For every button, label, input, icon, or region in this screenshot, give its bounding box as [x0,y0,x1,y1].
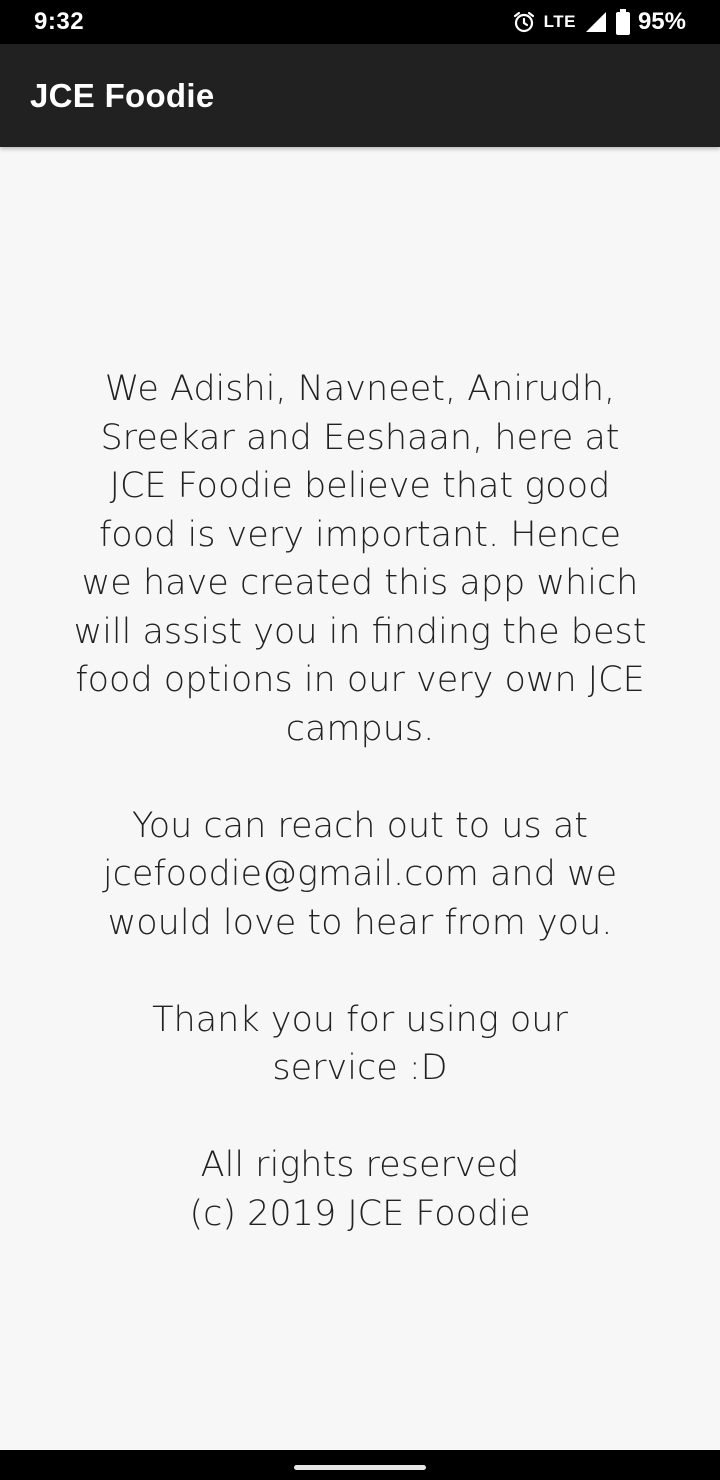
text-line: We Adishi, Navneet, Anirudh, [104,369,616,409]
app-bar: JCE Foodie [0,44,720,147]
network-type-label: LTE [543,12,576,31]
text-line: Thank you for using our [152,999,568,1040]
status-time: 9:32 [34,8,85,35]
text-line: service :D [272,1048,448,1088]
status-bar: 9:32 LTE 95% [0,0,720,44]
text-line: food options in our very own JCE [75,660,645,700]
text-line: jcefoodie@gmail.com and we [102,854,618,894]
text-line: would love to hear from you. [107,902,613,943]
text-line: (c) 2019 JCE Foodie [189,1193,531,1234]
home-gesture-handle[interactable] [294,1465,426,1470]
about-text: We Adishi, Navneet, Anirudh, Sreekar and… [40,365,680,1238]
app-title: JCE Foodie [30,77,215,114]
text-line: JCE Foodie believe that good [109,466,611,506]
alarm-icon [512,10,536,34]
status-icons: LTE 95% [512,0,686,44]
text-line: will assist you in finding the best [73,611,647,652]
text-line: we have created this app which [81,563,639,603]
battery-percent: 95% [637,8,686,35]
about-paragraph-thanks: Thank you for using our service :D [40,996,680,1093]
text-line: food is very important. Hence [98,514,622,555]
navigation-bar [0,1450,720,1480]
about-paragraph-contact: You can reach out to us at jcefoodie@gma… [40,802,680,948]
text-line: Sreekar and Eeshaan, here at [100,417,620,458]
text-line: All rights reserved [200,1145,520,1185]
about-paragraph-intro: We Adishi, Navneet, Anirudh, Sreekar and… [40,365,680,753]
text-line: campus. [285,708,435,749]
battery-icon [615,9,630,35]
text-line: You can reach out to us at [131,805,589,846]
signal-icon [584,10,608,34]
about-paragraph-copyright: All rights reserved (c) 2019 JCE Foodie [40,1141,680,1238]
